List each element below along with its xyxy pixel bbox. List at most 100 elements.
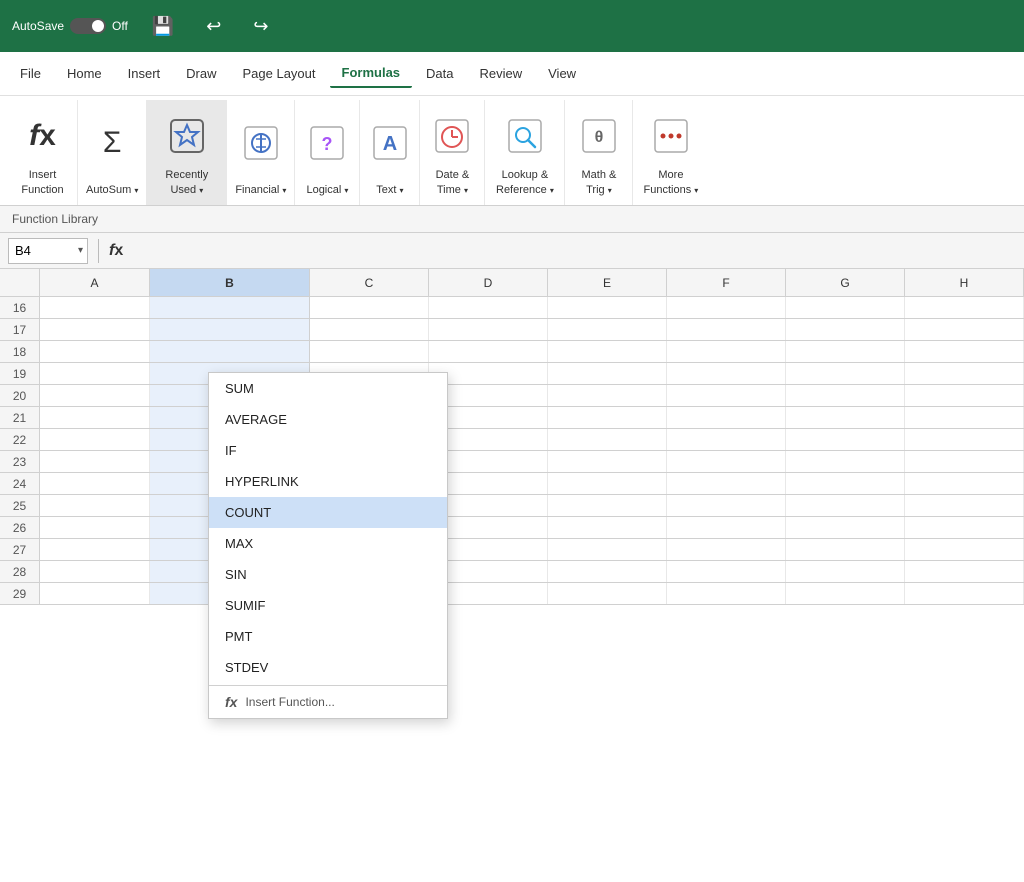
grid-cell[interactable] — [548, 583, 667, 604]
ribbon-mathtrg[interactable]: θ Math &Trig ▾ — [565, 100, 633, 205]
grid-cell[interactable] — [667, 363, 786, 384]
dropdown-sumif[interactable]: SUMIF — [209, 590, 447, 621]
grid-cell[interactable] — [548, 561, 667, 582]
grid-cell[interactable] — [40, 429, 150, 450]
grid-cell[interactable] — [786, 407, 905, 428]
grid-cell[interactable] — [40, 561, 150, 582]
grid-cell[interactable] — [667, 539, 786, 560]
grid-cell[interactable] — [40, 319, 150, 340]
menu-pagelayout[interactable]: Page Layout — [231, 60, 328, 87]
redo-icon[interactable]: ↪ — [245, 12, 276, 41]
grid-cell[interactable] — [905, 407, 1024, 428]
dropdown-if[interactable]: IF — [209, 435, 447, 466]
grid-cell[interactable] — [786, 363, 905, 384]
grid-cell[interactable] — [786, 341, 905, 362]
grid-cell[interactable] — [905, 429, 1024, 450]
grid-cell[interactable] — [548, 297, 667, 318]
menu-draw[interactable]: Draw — [174, 60, 228, 87]
grid-cell[interactable] — [40, 407, 150, 428]
ribbon-text[interactable]: A Text ▾ — [360, 100, 420, 205]
grid-cell[interactable] — [667, 561, 786, 582]
cell-reference-box[interactable]: B4 ▾ — [8, 238, 88, 264]
grid-cell[interactable] — [905, 539, 1024, 560]
grid-cell[interactable] — [905, 561, 1024, 582]
undo-icon[interactable]: ↩ — [198, 12, 229, 41]
grid-cell[interactable] — [905, 473, 1024, 494]
grid-cell[interactable] — [786, 319, 905, 340]
grid-cell[interactable] — [786, 451, 905, 472]
grid-cell[interactable] — [40, 363, 150, 384]
grid-cell[interactable] — [667, 407, 786, 428]
grid-cell[interactable] — [40, 495, 150, 516]
ribbon-financial[interactable]: Financial ▾ — [227, 100, 295, 205]
grid-cell[interactable] — [429, 341, 548, 362]
grid-cell[interactable] — [548, 539, 667, 560]
grid-cell[interactable] — [548, 385, 667, 406]
dropdown-average[interactable]: AVERAGE — [209, 404, 447, 435]
grid-cell[interactable] — [40, 473, 150, 494]
grid-cell[interactable] — [667, 297, 786, 318]
dropdown-stdev[interactable]: STDEV — [209, 652, 447, 683]
grid-cell[interactable] — [429, 319, 548, 340]
dropdown-pmt[interactable]: PMT — [209, 621, 447, 652]
grid-cell[interactable] — [786, 385, 905, 406]
grid-cell[interactable] — [40, 341, 150, 362]
menu-view[interactable]: View — [536, 60, 588, 87]
grid-cell[interactable] — [905, 451, 1024, 472]
grid-cell[interactable] — [310, 297, 429, 318]
grid-cell[interactable] — [150, 297, 310, 318]
grid-cell[interactable] — [786, 473, 905, 494]
grid-cell[interactable] — [667, 385, 786, 406]
grid-cell[interactable] — [786, 583, 905, 604]
grid-cell[interactable] — [429, 297, 548, 318]
ribbon-recently-used[interactable]: RecentlyUsed ▾ — [147, 100, 227, 205]
grid-cell[interactable] — [667, 451, 786, 472]
grid-cell[interactable] — [40, 583, 150, 604]
grid-cell[interactable] — [905, 385, 1024, 406]
grid-cell[interactable] — [905, 319, 1024, 340]
dropdown-max[interactable]: MAX — [209, 528, 447, 559]
dropdown-insert-function[interactable]: fx Insert Function... — [209, 685, 447, 718]
grid-cell[interactable] — [548, 319, 667, 340]
grid-cell[interactable] — [310, 341, 429, 362]
grid-cell[interactable] — [786, 517, 905, 538]
autosave-toggle[interactable] — [70, 18, 106, 34]
ribbon-logical[interactable]: ? Logical ▾ — [295, 100, 360, 205]
grid-cell[interactable] — [905, 517, 1024, 538]
menu-formulas[interactable]: Formulas — [330, 59, 413, 88]
grid-cell[interactable] — [905, 363, 1024, 384]
ribbon-more-functions[interactable]: MoreFunctions ▾ — [633, 100, 708, 205]
grid-cell[interactable] — [667, 341, 786, 362]
ribbon-lookup[interactable]: Lookup &Reference ▾ — [485, 100, 565, 205]
menu-insert[interactable]: Insert — [116, 60, 173, 87]
grid-cell[interactable] — [667, 319, 786, 340]
grid-cell[interactable] — [40, 451, 150, 472]
menu-file[interactable]: File — [8, 60, 53, 87]
grid-cell[interactable] — [548, 429, 667, 450]
grid-cell[interactable] — [548, 451, 667, 472]
menu-review[interactable]: Review — [468, 60, 535, 87]
menu-home[interactable]: Home — [55, 60, 114, 87]
dropdown-hyperlink[interactable]: HYPERLINK — [209, 466, 447, 497]
grid-cell[interactable] — [310, 319, 429, 340]
grid-cell[interactable] — [150, 341, 310, 362]
grid-cell[interactable] — [667, 429, 786, 450]
grid-cell[interactable] — [40, 297, 150, 318]
ribbon-datetime[interactable]: Date &Time ▾ — [420, 100, 485, 205]
grid-cell[interactable] — [786, 297, 905, 318]
grid-cell[interactable] — [905, 297, 1024, 318]
grid-cell[interactable] — [548, 473, 667, 494]
grid-cell[interactable] — [40, 539, 150, 560]
grid-cell[interactable] — [150, 319, 310, 340]
grid-cell[interactable] — [667, 473, 786, 494]
grid-cell[interactable] — [905, 341, 1024, 362]
grid-cell[interactable] — [548, 495, 667, 516]
save-icon[interactable]: 💾 — [144, 12, 182, 41]
grid-cell[interactable] — [667, 517, 786, 538]
grid-cell[interactable] — [40, 385, 150, 406]
grid-cell[interactable] — [905, 583, 1024, 604]
dropdown-sin[interactable]: SIN — [209, 559, 447, 590]
grid-cell[interactable] — [786, 539, 905, 560]
grid-cell[interactable] — [786, 495, 905, 516]
grid-cell[interactable] — [667, 583, 786, 604]
